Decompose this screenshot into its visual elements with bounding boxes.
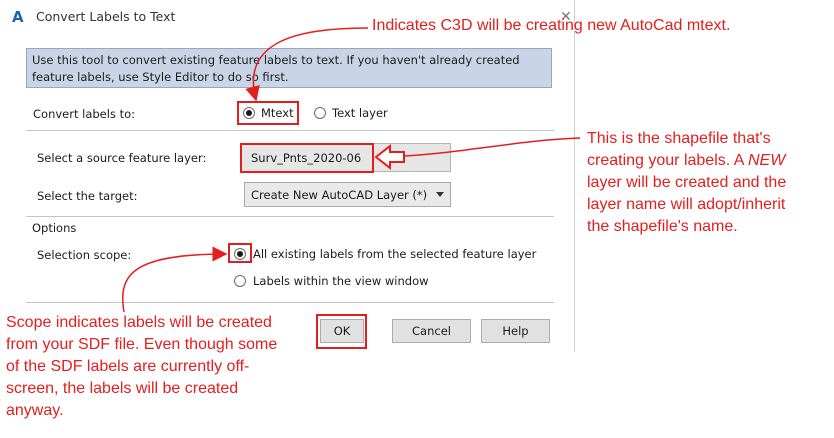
options-section-label: Options: [32, 221, 77, 235]
selection-scope-label: Selection scope:: [37, 248, 132, 262]
annotation-line: anyway.: [6, 402, 64, 419]
annotation-line: layer name will adopt/inherit: [587, 196, 786, 213]
radio-text-layer[interactable]: [314, 107, 326, 119]
target-label: Select the target:: [37, 189, 138, 203]
annotation-line: Scope indicates labels will be created: [6, 314, 272, 331]
annotation-line: layer will be created and the: [587, 174, 787, 191]
target-dropdown[interactable]: Create New AutoCAD Layer (*): [244, 182, 451, 207]
radio-text-layer-label[interactable]: Text layer: [332, 106, 388, 120]
chevron-down-icon: [436, 192, 444, 197]
source-layer-highlight-box: [240, 143, 374, 173]
ok-highlight-box: [316, 314, 367, 349]
annotation-line: This is the shapefile that's: [587, 130, 771, 147]
autocad-app-icon: A: [12, 8, 24, 26]
divider: [26, 302, 554, 303]
radio-scope-view-label[interactable]: Labels within the view window: [253, 274, 429, 288]
annotation-line: from your SDF file. Even though some: [6, 336, 278, 353]
source-layer-label: Select a source feature layer:: [37, 151, 207, 165]
convert-labels-label: Convert labels to:: [33, 107, 136, 121]
annotation-line: of the SDF labels are currently off-: [6, 358, 250, 375]
radio-scope-view[interactable]: [234, 275, 246, 287]
window-title: Convert Labels to Text: [36, 9, 176, 24]
annotation-line: screen, the labels will be created: [6, 380, 239, 397]
annotation-mtext: Indicates C3D will be creating new AutoC…: [372, 17, 731, 34]
annotation-line: the shapefile's name.: [587, 218, 738, 235]
divider: [26, 130, 554, 131]
cancel-button[interactable]: Cancel: [392, 319, 471, 343]
annotation-shapefile: This is the shapefile that's creating yo…: [587, 128, 827, 238]
radio-scope-all-label[interactable]: All existing labels from the selected fe…: [253, 247, 536, 261]
target-value: Create New AutoCAD Layer (*): [251, 188, 428, 202]
divider: [26, 216, 554, 217]
mtext-highlight-box: [237, 101, 299, 125]
annotation-scope: Scope indicates labels will be created f…: [6, 312, 306, 422]
info-banner: Use this tool to convert existing featur…: [26, 48, 552, 88]
annotation-line: creating your labels. A NEW: [587, 152, 786, 169]
convert-labels-dialog: A Convert Labels to Text ✕ Use this tool…: [0, 0, 575, 352]
help-button[interactable]: Help: [481, 319, 550, 343]
scope-highlight-box: [228, 243, 252, 263]
